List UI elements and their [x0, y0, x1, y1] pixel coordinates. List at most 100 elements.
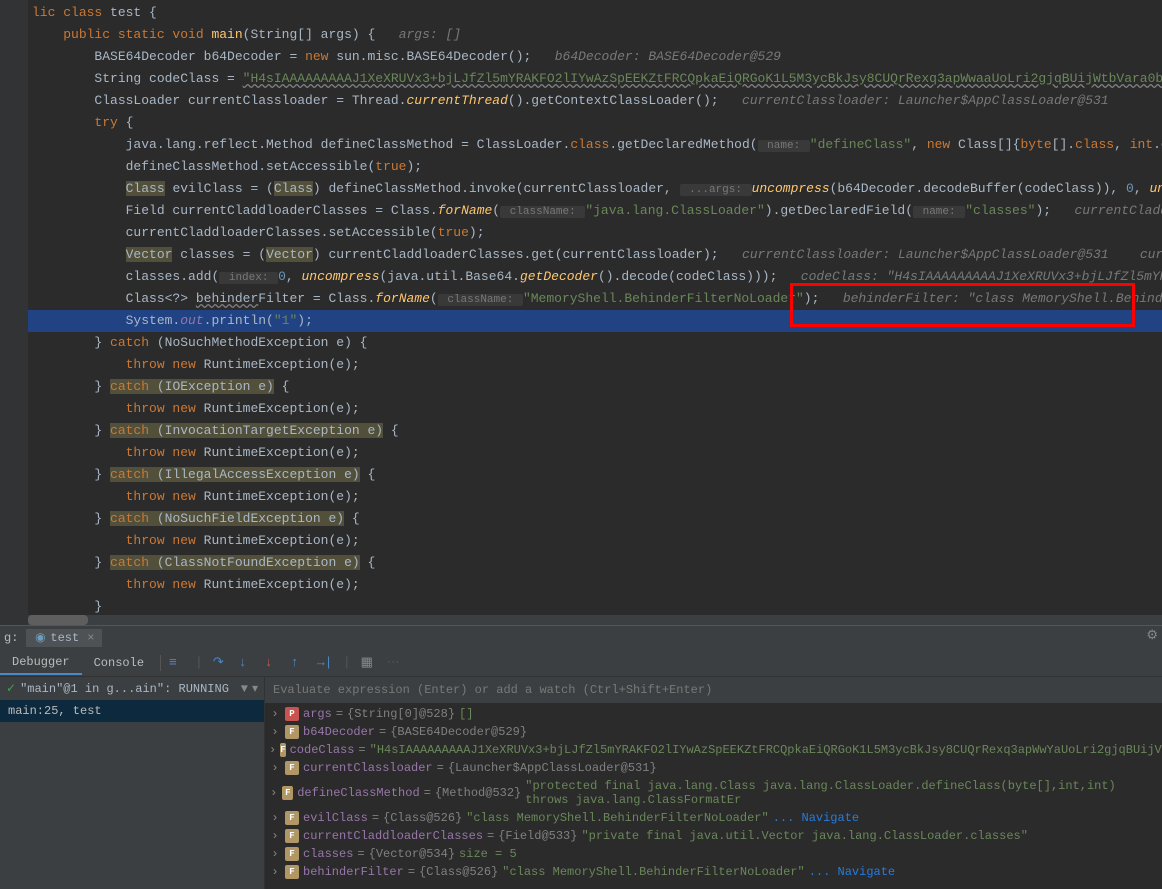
code-line[interactable]: } catch (IllegalAccessException e) { [28, 464, 1162, 486]
variable-icon: F [282, 786, 293, 800]
expand-icon[interactable]: › [269, 761, 281, 775]
tab-console[interactable]: Console [82, 652, 156, 674]
expand-icon[interactable]: › [269, 847, 281, 861]
variable-value: size = 5 [459, 847, 517, 861]
code-editor[interactable]: lic class test { public static void main… [0, 0, 1162, 625]
tab-debugger[interactable]: Debugger [0, 651, 82, 675]
variable-type: {Vector@534} [369, 847, 455, 861]
variable-row[interactable]: › F codeClass = "H4sIAAAAAAAAAJ1XeXRUVx3… [265, 741, 1162, 759]
expand-icon[interactable]: › [269, 786, 278, 800]
code-line[interactable]: throw new RuntimeException(e); [28, 530, 1162, 552]
variable-type: {Class@526} [419, 865, 498, 879]
editor-gutter [0, 0, 28, 625]
expand-icon[interactable]: › [269, 829, 281, 843]
expand-icon[interactable]: › [269, 725, 281, 739]
code-line[interactable]: lic class test { [28, 2, 1162, 24]
code-line[interactable]: ClassLoader currentClassloader = Thread.… [28, 90, 1162, 112]
navigate-link[interactable]: ... Navigate [809, 865, 895, 879]
variable-icon: P [285, 707, 299, 721]
code-line[interactable]: } catch (NoSuchFieldException e) { [28, 508, 1162, 530]
code-line[interactable]: try { [28, 112, 1162, 134]
expand-icon[interactable]: › [269, 865, 281, 879]
variable-row[interactable]: › F evilClass = {Class@526} "class Memor… [265, 809, 1162, 827]
variable-name: classes [303, 847, 353, 861]
code-line[interactable]: } catch (IOException e) { [28, 376, 1162, 398]
variable-icon: F [285, 761, 299, 775]
code-line[interactable]: String codeClass = "H4sIAAAAAAAAAJ1XeXRU… [28, 68, 1162, 90]
variable-type: {String[0]@528} [347, 707, 455, 721]
code-line[interactable]: Vector classes = (Vector) currentCladdlo… [28, 244, 1162, 266]
navigate-link[interactable]: ... Navigate [773, 811, 859, 825]
variable-icon: F [280, 743, 285, 757]
expand-icon[interactable]: › [269, 743, 276, 757]
variable-type: {BASE64Decoder@529} [390, 725, 527, 739]
variable-row[interactable]: › F b64Decoder = {BASE64Decoder@529} [265, 723, 1162, 741]
code-line[interactable]: throw new RuntimeException(e); [28, 486, 1162, 508]
horizontal-scrollbar[interactable] [28, 615, 1162, 625]
close-tab-icon[interactable]: × [87, 631, 94, 645]
variable-name: args [303, 707, 332, 721]
code-line[interactable]: classes.add( index: 0, uncompress(java.u… [28, 266, 1162, 288]
gear-icon[interactable]: ⚙ [1146, 628, 1158, 643]
code-line[interactable]: System.out.println("1"); [28, 310, 1162, 332]
code-line[interactable]: } catch (NoSuchMethodException e) { [28, 332, 1162, 354]
code-line[interactable]: throw new RuntimeException(e); [28, 354, 1162, 376]
code-line[interactable]: BASE64Decoder b64Decoder = new sun.misc.… [28, 46, 1162, 68]
variable-row[interactable]: › P args = {String[0]@528} [] [265, 705, 1162, 723]
show-frames-icon[interactable]: ≡ [169, 655, 185, 671]
thread-selector[interactable]: ✓ "main"@1 in g...ain": RUNNING ▼ ▾ [0, 677, 264, 700]
variable-type: {Field@533} [498, 829, 577, 843]
code-line[interactable]: } catch (ClassNotFoundException e) { [28, 552, 1162, 574]
code-line[interactable]: defineClassMethod.setAccessible(true); [28, 156, 1162, 178]
step-out-icon[interactable]: ↑ [291, 655, 307, 671]
code-line[interactable]: currentCladdloaderClasses.setAccessible(… [28, 222, 1162, 244]
variable-type: {Class@526} [383, 811, 462, 825]
variable-icon: F [285, 865, 299, 879]
stack-frame[interactable]: main:25, test [0, 700, 264, 722]
variable-value: "private final java.util.Vector java.lan… [581, 829, 1027, 843]
dropdown-icon[interactable]: ▾ [252, 681, 258, 696]
code-line[interactable]: java.lang.reflect.Method defineClassMeth… [28, 134, 1162, 156]
variable-value: "H4sIAAAAAAAAAJ1XeXRUVx3+bjLJfZl5mYRAKFO… [370, 743, 1162, 757]
variable-value: "protected final java.lang.Class java.la… [525, 779, 1158, 807]
variable-name: evilClass [303, 811, 368, 825]
tab-label: test [50, 631, 79, 645]
scrollbar-thumb[interactable] [28, 615, 88, 625]
run-to-cursor-icon[interactable]: →| [317, 655, 333, 671]
variable-row[interactable]: › F currentCladdloaderClasses = {Field@5… [265, 827, 1162, 845]
thread-name: "main"@1 in g...ain": RUNNING [20, 682, 229, 696]
code-line[interactable]: Class<?> behinderFilter = Class.forName(… [28, 288, 1162, 310]
code-line[interactable]: public static void main(String[] args) {… [28, 24, 1162, 46]
variable-type: {Method@532} [435, 786, 521, 800]
step-into-icon[interactable]: ↓ [239, 655, 255, 671]
variable-value: "class MemoryShell.BehinderFilterNoLoade… [466, 811, 768, 825]
code-line[interactable]: Class evilClass = (Class) defineClassMet… [28, 178, 1162, 200]
variable-name: b64Decoder [303, 725, 375, 739]
variable-row[interactable]: › F classes = {Vector@534} size = 5 [265, 845, 1162, 863]
evaluate-expression-input[interactable]: Evaluate expression (Enter) or add a wat… [265, 677, 1162, 703]
variable-icon: F [285, 829, 299, 843]
trace-icon[interactable]: ⋯ [387, 655, 403, 671]
step-over-icon[interactable]: ↷ [213, 655, 229, 671]
file-tab-test[interactable]: ◉ test × [26, 629, 102, 647]
evaluate-icon[interactable]: ▦ [361, 655, 377, 671]
code-line[interactable]: throw new RuntimeException(e); [28, 398, 1162, 420]
code-line[interactable]: throw new RuntimeException(e); [28, 574, 1162, 596]
variable-icon: F [285, 811, 299, 825]
code-line[interactable]: throw new RuntimeException(e); [28, 442, 1162, 464]
variable-icon: F [285, 725, 299, 739]
variable-name: behinderFilter [303, 865, 404, 879]
code-line[interactable]: Field currentCladdloaderClasses = Class.… [28, 200, 1162, 222]
variable-row[interactable]: › F defineClassMethod = {Method@532} "pr… [265, 777, 1162, 809]
variable-row[interactable]: › F behinderFilter = {Class@526} "class … [265, 863, 1162, 881]
expand-icon[interactable]: › [269, 811, 281, 825]
bottom-tab-bar: g: ◉ test × [0, 625, 1162, 649]
filter-icon[interactable]: ▼ [241, 682, 248, 696]
variable-name: currentClassloader [303, 761, 433, 775]
variable-name: defineClassMethod [297, 786, 419, 800]
variable-row[interactable]: › F currentClassloader = {Launcher$AppCl… [265, 759, 1162, 777]
expand-icon[interactable]: › [269, 707, 281, 721]
debug-tab-bar: Debugger Console ≡ | ↷ ↓ ↓ ↑ →| | ▦ ⋯ [0, 649, 1162, 677]
code-line[interactable]: } catch (InvocationTargetException e) { [28, 420, 1162, 442]
force-step-into-icon[interactable]: ↓ [265, 655, 281, 671]
